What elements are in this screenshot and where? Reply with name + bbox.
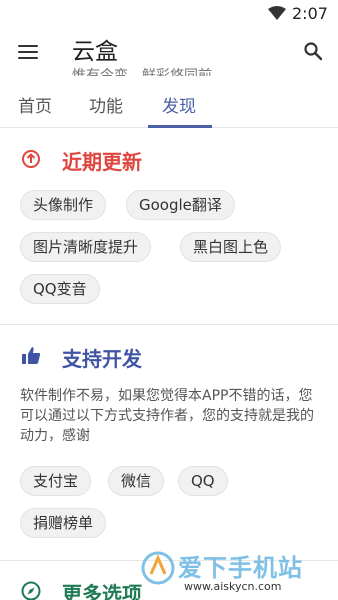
wifi-icon xyxy=(268,6,286,20)
chip-wechat[interactable]: 微信 xyxy=(108,466,165,496)
app-title: 云盒 xyxy=(72,39,118,65)
more-options-title: 更多选项 xyxy=(62,582,142,600)
support-title: 支持开发 xyxy=(62,347,142,371)
tab-features[interactable]: 功能 xyxy=(89,92,123,117)
thumbs-up-icon xyxy=(22,347,41,364)
chip-alipay[interactable]: 支付宝 xyxy=(20,466,92,496)
chip-image-enhance[interactable]: 图片清晰度提升 xyxy=(20,232,152,262)
recent-updates-title: 近期更新 xyxy=(62,150,142,174)
chip-colorize[interactable]: 黑白图上色 xyxy=(180,232,282,262)
support-description: 软件制作不易，如果您觉得本APP不错的话，您可以通过以下方式支持作者，您的支持就… xyxy=(20,388,314,444)
app-subtitle: 惟有今变，鲜彩悠同前 xyxy=(72,68,212,76)
tab-home[interactable]: 首页 xyxy=(18,92,52,117)
watermark-logo-icon xyxy=(141,551,175,585)
search-icon[interactable] xyxy=(303,41,323,61)
tab-discover[interactable]: 发现 xyxy=(162,92,196,117)
watermark-text: 爱下手机站 xyxy=(178,554,303,582)
arrow-up-circle-icon xyxy=(22,150,40,168)
watermark-url: www.aiskycn.com xyxy=(184,580,282,593)
app-bar: 云盒 惟有今变，鲜彩悠同前 xyxy=(0,28,338,76)
compass-icon xyxy=(21,581,41,600)
chip-donation-list[interactable]: 捐赠榜单 xyxy=(20,508,107,538)
tab-bar: 首页 功能 发现 xyxy=(0,80,338,128)
chip-google-translate[interactable]: Google翻译 xyxy=(126,190,235,220)
status-bar: 2:07 xyxy=(0,0,338,28)
chip-qq-voice[interactable]: QQ变音 xyxy=(20,274,100,304)
chip-qq[interactable]: QQ xyxy=(178,466,228,496)
active-tab-indicator xyxy=(148,125,212,128)
chip-avatar-maker[interactable]: 头像制作 xyxy=(20,190,107,220)
section-divider xyxy=(0,324,338,325)
watermark: 爱下手机站 www.aiskycn.com xyxy=(140,546,338,600)
hamburger-menu-icon[interactable] xyxy=(18,45,38,59)
status-time: 2:07 xyxy=(292,4,328,23)
